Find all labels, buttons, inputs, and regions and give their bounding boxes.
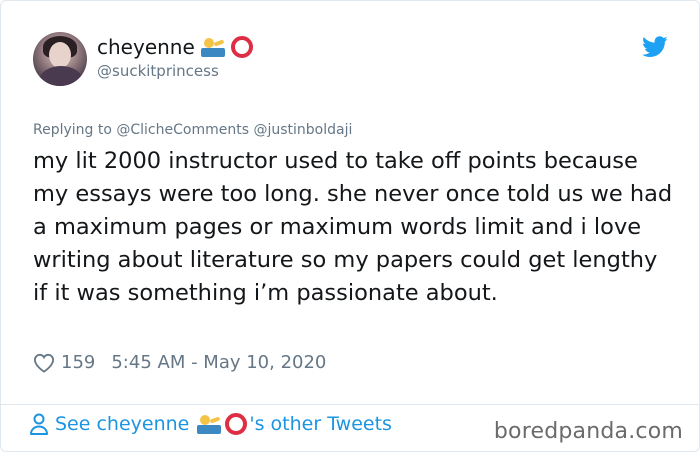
replying-to[interactable]: Replying to @ClicheComments @justinbolda… <box>33 122 352 138</box>
like-count: 159 <box>61 352 96 373</box>
see-other-tweets-suffix[interactable]: 's other Tweets <box>249 413 392 435</box>
hollow-red-circle-icon <box>230 36 253 58</box>
tweet-timestamp[interactable]: 5:45 AM - May 10, 2020 <box>111 352 326 373</box>
see-other-tweets-link[interactable]: See cheyenne 's other Tweets <box>29 413 392 435</box>
avatar[interactable] <box>33 32 87 86</box>
author-name-row[interactable]: cheyenne <box>97 35 253 59</box>
tweet-meta: 159 5:45 AM - May 10, 2020 <box>33 352 326 373</box>
hollow-red-circle-icon <box>225 413 248 435</box>
tweet-text: my lit 2000 instructor used to take off … <box>33 148 673 306</box>
swimmer-icon <box>197 414 222 434</box>
boredpanda-watermark: boredpanda.com <box>493 419 683 444</box>
person-icon <box>30 413 48 435</box>
avatar-face <box>49 42 71 68</box>
tweet-card: cheyenne @suckitprincess Replying to @Cl… <box>0 0 700 452</box>
footer-divider <box>1 404 700 405</box>
author-handle[interactable]: @suckitprincess <box>97 62 219 80</box>
author-name[interactable]: cheyenne <box>97 35 195 59</box>
avatar-body <box>39 66 83 86</box>
see-other-tweets-prefix[interactable]: See cheyenne <box>55 413 189 435</box>
heart-icon[interactable] <box>33 353 55 373</box>
twitter-bird-icon[interactable] <box>642 36 668 58</box>
swimmer-icon <box>200 37 225 57</box>
